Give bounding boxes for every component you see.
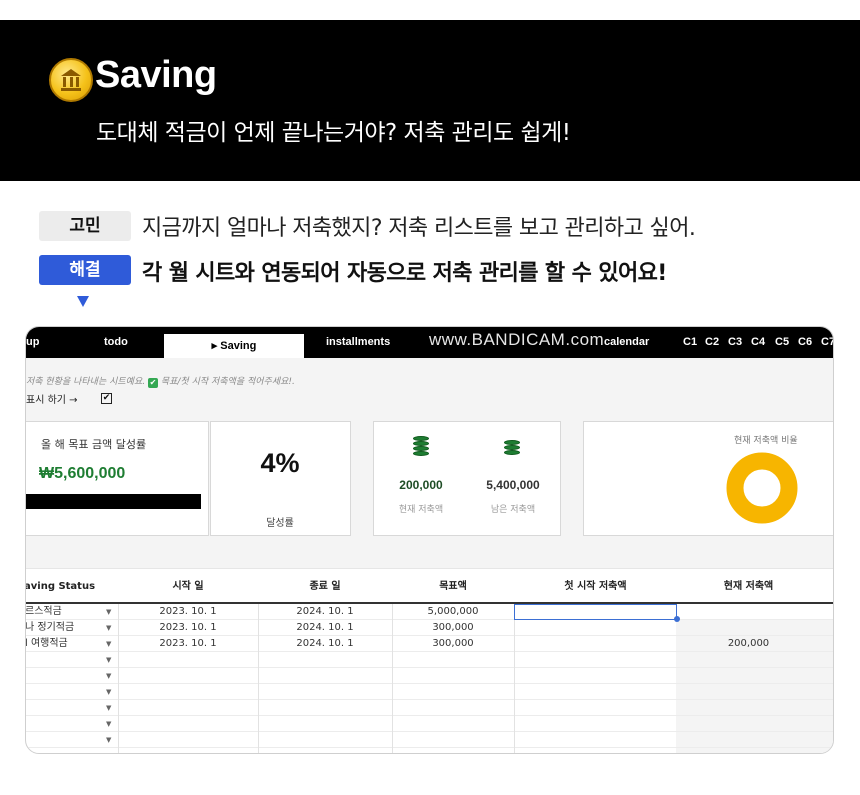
tab-c6[interactable]: C6 xyxy=(798,327,812,358)
end-date: 2024. 10. 1 xyxy=(296,622,354,633)
dropdown-icon[interactable]: ▼ xyxy=(106,716,111,732)
goal-progress-bar xyxy=(26,494,201,509)
table-row[interactable]: ▼ xyxy=(26,700,833,716)
ratio-label: 현재 저축액 비율 xyxy=(734,436,798,446)
table-row[interactable]: ▼ xyxy=(26,732,833,748)
display-checkbox[interactable]: ✔ xyxy=(101,393,112,404)
current-savings-label: 현재 저축액 xyxy=(398,505,444,515)
dropdown-icon[interactable]: ▼ xyxy=(106,668,111,684)
tab-c5[interactable]: C5 xyxy=(775,327,789,358)
header-banner: Saving 도대체 적금이 언제 끝나는거야? 저축 관리도 쉽게! xyxy=(0,20,860,181)
toggle-label: 표시 하기 → xyxy=(26,395,78,406)
tab-calendar[interactable]: calendar xyxy=(604,327,649,358)
solution-tag: 해결 xyxy=(39,255,131,285)
tab-c2[interactable]: C2 xyxy=(705,327,719,358)
achievement-card: 4% 달성률 xyxy=(210,421,351,536)
saving-name: l 여행적금 xyxy=(25,638,68,649)
current-amount: 200,000 xyxy=(727,638,770,649)
green-check-icon: ✔ xyxy=(147,378,158,388)
dropdown-icon[interactable]: ▼ xyxy=(106,604,111,620)
goal-card: 올 해 목표 금액 달성률 ₩5,600,000 xyxy=(26,421,209,536)
goal-title: 올 해 목표 금액 달성률 xyxy=(41,438,147,451)
table-header: aving Status 시작 일 종료 일 목표액 첫 시작 저축액 현재 저… xyxy=(25,569,833,604)
tab-todo[interactable]: todo xyxy=(104,327,128,358)
tab-c1[interactable]: C1 xyxy=(683,327,697,358)
saving-name: 나 정기적금 xyxy=(25,622,75,633)
dashboard-area: 올 해 목표 금액 달성률 ₩5,600,000 4% 달성률 200,000 … xyxy=(26,418,833,568)
target-amount: 300,000 xyxy=(432,622,474,633)
dropdown-icon[interactable]: ▼ xyxy=(106,636,111,652)
table-row[interactable]: ▼ xyxy=(26,668,833,684)
dropdown-icon[interactable]: ▼ xyxy=(106,700,111,716)
table-row[interactable]: ▼ xyxy=(26,684,833,700)
spreadsheet-screenshot: up todo ▸ Saving installments calendar C… xyxy=(25,326,834,754)
remaining-savings-value: 5,400,000 xyxy=(486,478,540,492)
start-date: 2023. 10. 1 xyxy=(159,622,217,633)
current-amount xyxy=(677,604,820,620)
tab-c4[interactable]: C4 xyxy=(751,327,765,358)
dropdown-icon[interactable]: ▼ xyxy=(106,620,111,636)
bandicam-watermark: www.BANDICAM.com xyxy=(429,330,605,349)
header-subtitle: 도대체 적금이 언제 끝나는거야? 저축 관리도 쉽게! xyxy=(96,120,571,146)
achievement-label: 달성률 xyxy=(266,518,294,529)
end-date: 2024. 10. 1 xyxy=(296,638,354,649)
header-status: aving Status xyxy=(25,581,96,592)
table-row[interactable]: 르스적금 ▼ 2023. 10. 1 2024. 10. 1 5,000,000 xyxy=(25,604,833,620)
header-title: Saving xyxy=(95,54,217,96)
money-stack-icon xyxy=(413,436,429,456)
achievement-value: 4% xyxy=(260,448,300,478)
money-stack-icon xyxy=(504,440,520,460)
stats-card: 200,000 현재 저축액 5,400,000 남은 저축액 xyxy=(373,421,561,536)
tab-installments[interactable]: installments xyxy=(326,327,390,358)
selected-cell[interactable] xyxy=(514,604,677,620)
tab-saving[interactable]: ▸ Saving xyxy=(164,334,304,358)
start-date: 2023. 10. 1 xyxy=(159,638,217,649)
header-end-date: 종료 일 xyxy=(309,581,341,592)
saving-name: 르스적금 xyxy=(25,606,62,617)
bank-coin-icon xyxy=(49,58,93,102)
tab-up[interactable]: up xyxy=(26,327,39,358)
ratio-card: 현재 저축액 비율 xyxy=(583,421,833,536)
solution-text: 각 월 시트와 연동되어 자동으로 저축 관리를 할 수 있어요! xyxy=(142,261,667,286)
sheet-note-bar: 저축 현황을 나타내는 시트예요. ✔ 목표/첫 시작 저축액을 적어주세요!.… xyxy=(26,358,833,418)
sheet-note-text-2: 목표/첫 시작 저축액을 적어주세요!. xyxy=(160,377,295,387)
sheet-note-text: 저축 현황을 나타내는 시트예요. xyxy=(26,377,146,387)
dropdown-icon[interactable]: ▼ xyxy=(106,652,111,668)
start-date: 2023. 10. 1 xyxy=(159,606,217,617)
dropdown-icon[interactable]: ▼ xyxy=(106,732,111,748)
sheet-note: 저축 현황을 나타내는 시트예요. ✔ 목표/첫 시작 저축액을 적어주세요!. xyxy=(26,374,295,388)
header-target: 목표액 xyxy=(439,581,467,592)
table-row[interactable]: l 여행적금 ▼ 2023. 10. 1 2024. 10. 1 300,000… xyxy=(25,636,833,652)
end-date: 2024. 10. 1 xyxy=(296,606,354,617)
table-row[interactable]: ▼ xyxy=(26,652,833,668)
header-first-savings: 첫 시작 저축액 xyxy=(564,581,627,592)
tab-c3[interactable]: C3 xyxy=(728,327,742,358)
problem-text: 지금까지 얼마나 저축했지? 저축 리스트를 보고 관리하고 싶어. xyxy=(142,216,696,241)
current-savings-value: 200,000 xyxy=(399,478,443,492)
header-start-date: 시작 일 xyxy=(172,581,204,592)
target-amount: 5,000,000 xyxy=(427,606,479,617)
problem-tag: 고민 xyxy=(39,211,131,241)
table-row[interactable]: 나 정기적금 ▼ 2023. 10. 1 2024. 10. 1 300,000 xyxy=(25,620,833,636)
savings-ratio-donut xyxy=(726,452,798,524)
header-current-savings: 현재 저축액 xyxy=(723,581,774,592)
sheet-tab-bar: up todo ▸ Saving installments calendar C… xyxy=(26,327,833,358)
table-row[interactable]: ▼ xyxy=(26,716,833,732)
tab-c7[interactable]: C7 xyxy=(821,327,833,358)
dropdown-icon[interactable]: ▼ xyxy=(106,684,111,700)
down-arrow-icon xyxy=(77,296,89,307)
fill-handle[interactable] xyxy=(674,616,680,622)
current-amount xyxy=(677,620,820,636)
goal-amount: ₩5,600,000 xyxy=(39,465,126,482)
target-amount: 300,000 xyxy=(432,638,474,649)
remaining-savings-label: 남은 저축액 xyxy=(490,505,536,515)
